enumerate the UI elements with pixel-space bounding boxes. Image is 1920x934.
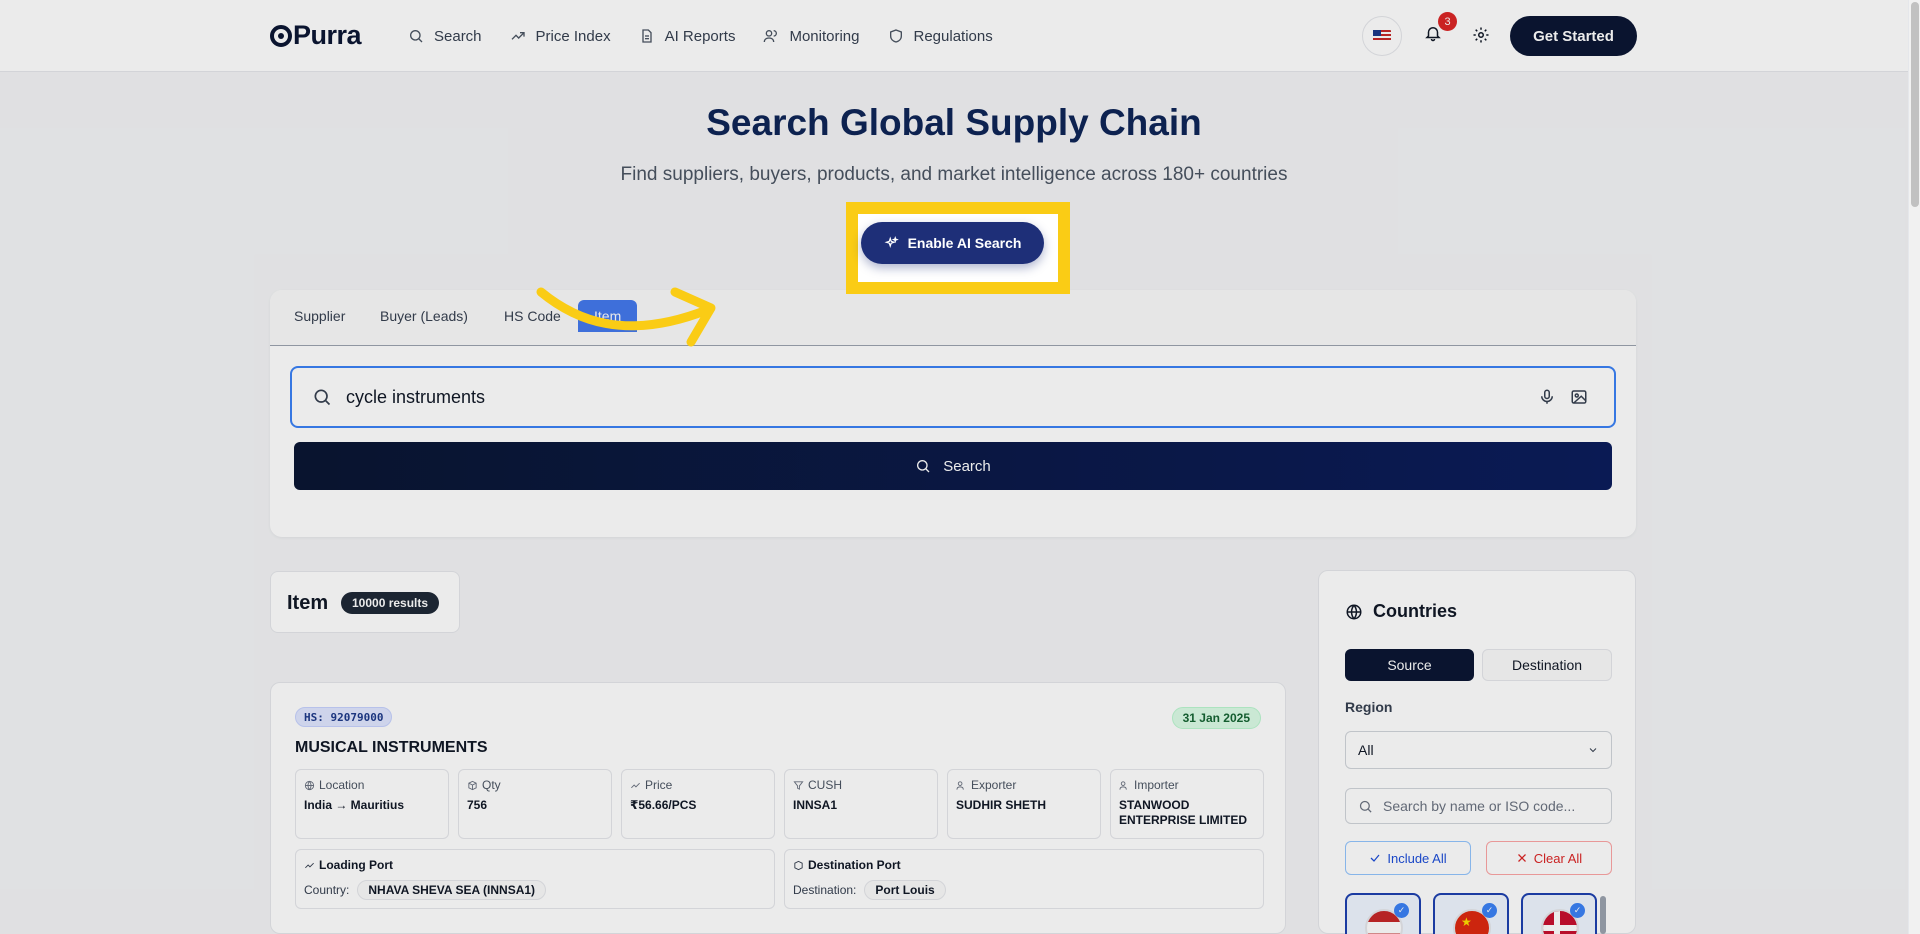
check-icon: ✓	[1482, 903, 1497, 918]
region-select[interactable]: All	[1345, 731, 1612, 769]
shield-icon	[889, 29, 902, 43]
loading-port-value: NHAVA SHEVA SEA (INNSA1)	[357, 880, 547, 900]
page-scroll-thumb[interactable]	[1911, 2, 1919, 207]
filter-icon	[793, 780, 804, 790]
results-count-badge: 10000 results	[341, 592, 440, 614]
users-icon	[764, 30, 778, 43]
port-info: Loading Port Country: NHAVA SHEVA SEA (IN…	[295, 849, 1264, 909]
search-icon	[917, 460, 930, 473]
clear-all-button[interactable]: Clear All	[1486, 841, 1612, 875]
page-subtitle: Find suppliers, buyers, products, and ma…	[620, 164, 1288, 185]
hs-code-tag: HS: 92079000	[295, 707, 393, 727]
item-name: MUSICAL INSTRUMENTS	[295, 739, 488, 756]
field-importer: Importer STANWOOD ENTERPRISE LIMITED	[1110, 769, 1264, 839]
country-tile-austria[interactable]: ✓	[1345, 893, 1421, 934]
search-icon	[1359, 800, 1372, 813]
us-flag-icon	[1373, 30, 1391, 42]
file-text-icon	[641, 29, 652, 43]
destination-port: Destination Port Destination: Port Louis	[784, 849, 1264, 909]
settings-button[interactable]	[1472, 26, 1490, 44]
source-toggle[interactable]: Source	[1345, 649, 1474, 681]
logo-ring-icon	[270, 25, 292, 47]
date-badge: 31 Jan 2025	[1171, 707, 1261, 729]
search-tabs: Supplier Buyer (Leads) HS Code Item	[270, 290, 1636, 346]
field-exporter: Exporter SUDHIR SHETH	[947, 769, 1101, 839]
search-input[interactable]	[346, 386, 1496, 408]
nav-monitoring-label: Monitoring	[789, 27, 860, 45]
tab-buyer-leads[interactable]: Buyer (Leads)	[380, 308, 468, 324]
nav-regulations[interactable]: Regulations	[888, 28, 993, 45]
country-search-field	[1345, 788, 1612, 824]
page-scrollbar[interactable]	[1908, 0, 1920, 934]
panel-scrollbar[interactable]	[1600, 896, 1606, 934]
gear-icon	[1473, 27, 1489, 43]
main-nav: Search Price Index AI Reports Monitoring…	[408, 0, 993, 72]
nav-ai-reports-label: AI Reports	[664, 27, 736, 45]
countries-title: Countries	[1345, 601, 1457, 622]
chevron-down-icon	[1589, 748, 1597, 753]
destination-port-value: Port Louis	[864, 880, 946, 900]
check-icon	[1370, 854, 1380, 862]
nav-price-index[interactable]: Price Index	[510, 28, 611, 45]
nav-search[interactable]: Search	[408, 28, 482, 45]
nav-regulations-label: Regulations	[913, 27, 993, 45]
result-fields: Location India → Mauritius Qty 756 Price…	[295, 769, 1264, 839]
check-icon: ✓	[1570, 903, 1585, 918]
country-tile-denmark[interactable]: ✓	[1521, 893, 1597, 934]
trending-up-icon	[511, 32, 525, 40]
field-price: Price ₹56.66/PCS	[621, 769, 775, 839]
loading-port: Loading Port Country: NHAVA SHEVA SEA (IN…	[295, 849, 775, 909]
users-icon	[1119, 780, 1127, 790]
top-header: Purra Search Price Index AI Reports Moni…	[0, 0, 1908, 72]
nav-search-label: Search	[434, 27, 482, 45]
trending-up-icon	[305, 862, 314, 868]
get-started-button[interactable]: Get Started	[1510, 16, 1637, 56]
region-label: Region	[1345, 699, 1393, 715]
search-button-label: Search	[943, 457, 991, 475]
package-icon	[794, 860, 803, 870]
trending-up-icon	[631, 782, 640, 788]
nav-monitoring[interactable]: Monitoring	[763, 27, 860, 45]
results-title: Item	[287, 592, 329, 614]
page-title: Search Global Supply Chain	[706, 102, 1202, 143]
sparkles-icon	[884, 235, 899, 248]
annotation-arrow-icon	[536, 287, 716, 347]
notification-badge: 3	[1438, 12, 1457, 31]
package-icon	[468, 780, 477, 790]
search-button[interactable]: Search	[294, 442, 1612, 490]
search-icon	[410, 30, 423, 43]
search-icon	[312, 387, 332, 407]
country-tile-china[interactable]: ✓	[1433, 893, 1509, 934]
country-tiles: ✓ ✓ ✓	[1345, 893, 1597, 934]
globe-icon	[304, 780, 315, 790]
enable-ai-search-label: Enable AI Search	[907, 235, 1022, 251]
field-qty: Qty 756	[458, 769, 612, 839]
country-search-input[interactable]	[1383, 798, 1583, 814]
close-icon	[1517, 854, 1526, 862]
tab-supplier[interactable]: Supplier	[294, 308, 345, 324]
logo[interactable]: Purra	[270, 20, 362, 51]
microphone-icon[interactable]	[1538, 388, 1556, 406]
field-location: Location India → Mauritius	[295, 769, 449, 839]
check-icon: ✓	[1394, 903, 1409, 918]
field-cush: CUSH INNSA1	[784, 769, 938, 839]
nav-price-index-label: Price Index	[535, 27, 611, 45]
nav-ai-reports[interactable]: AI Reports	[639, 27, 736, 45]
search-card: Supplier Buyer (Leads) HS Code Item Sear…	[270, 290, 1636, 537]
countries-panel: Countries Source Destination Region All …	[1318, 570, 1636, 934]
result-card[interactable]: HS: 92079000 31 Jan 2025 MUSICAL INSTRUM…	[270, 682, 1286, 934]
globe-icon	[1346, 604, 1362, 619]
users-icon	[956, 780, 964, 790]
results-header: Item 10000 results	[270, 571, 460, 633]
destination-toggle[interactable]: Destination	[1482, 649, 1612, 681]
search-field	[290, 366, 1616, 428]
language-selector[interactable]	[1362, 16, 1402, 56]
include-all-button[interactable]: Include All	[1345, 841, 1471, 875]
image-search-icon[interactable]	[1570, 388, 1588, 406]
enable-ai-search-button[interactable]: Enable AI Search	[861, 222, 1044, 264]
